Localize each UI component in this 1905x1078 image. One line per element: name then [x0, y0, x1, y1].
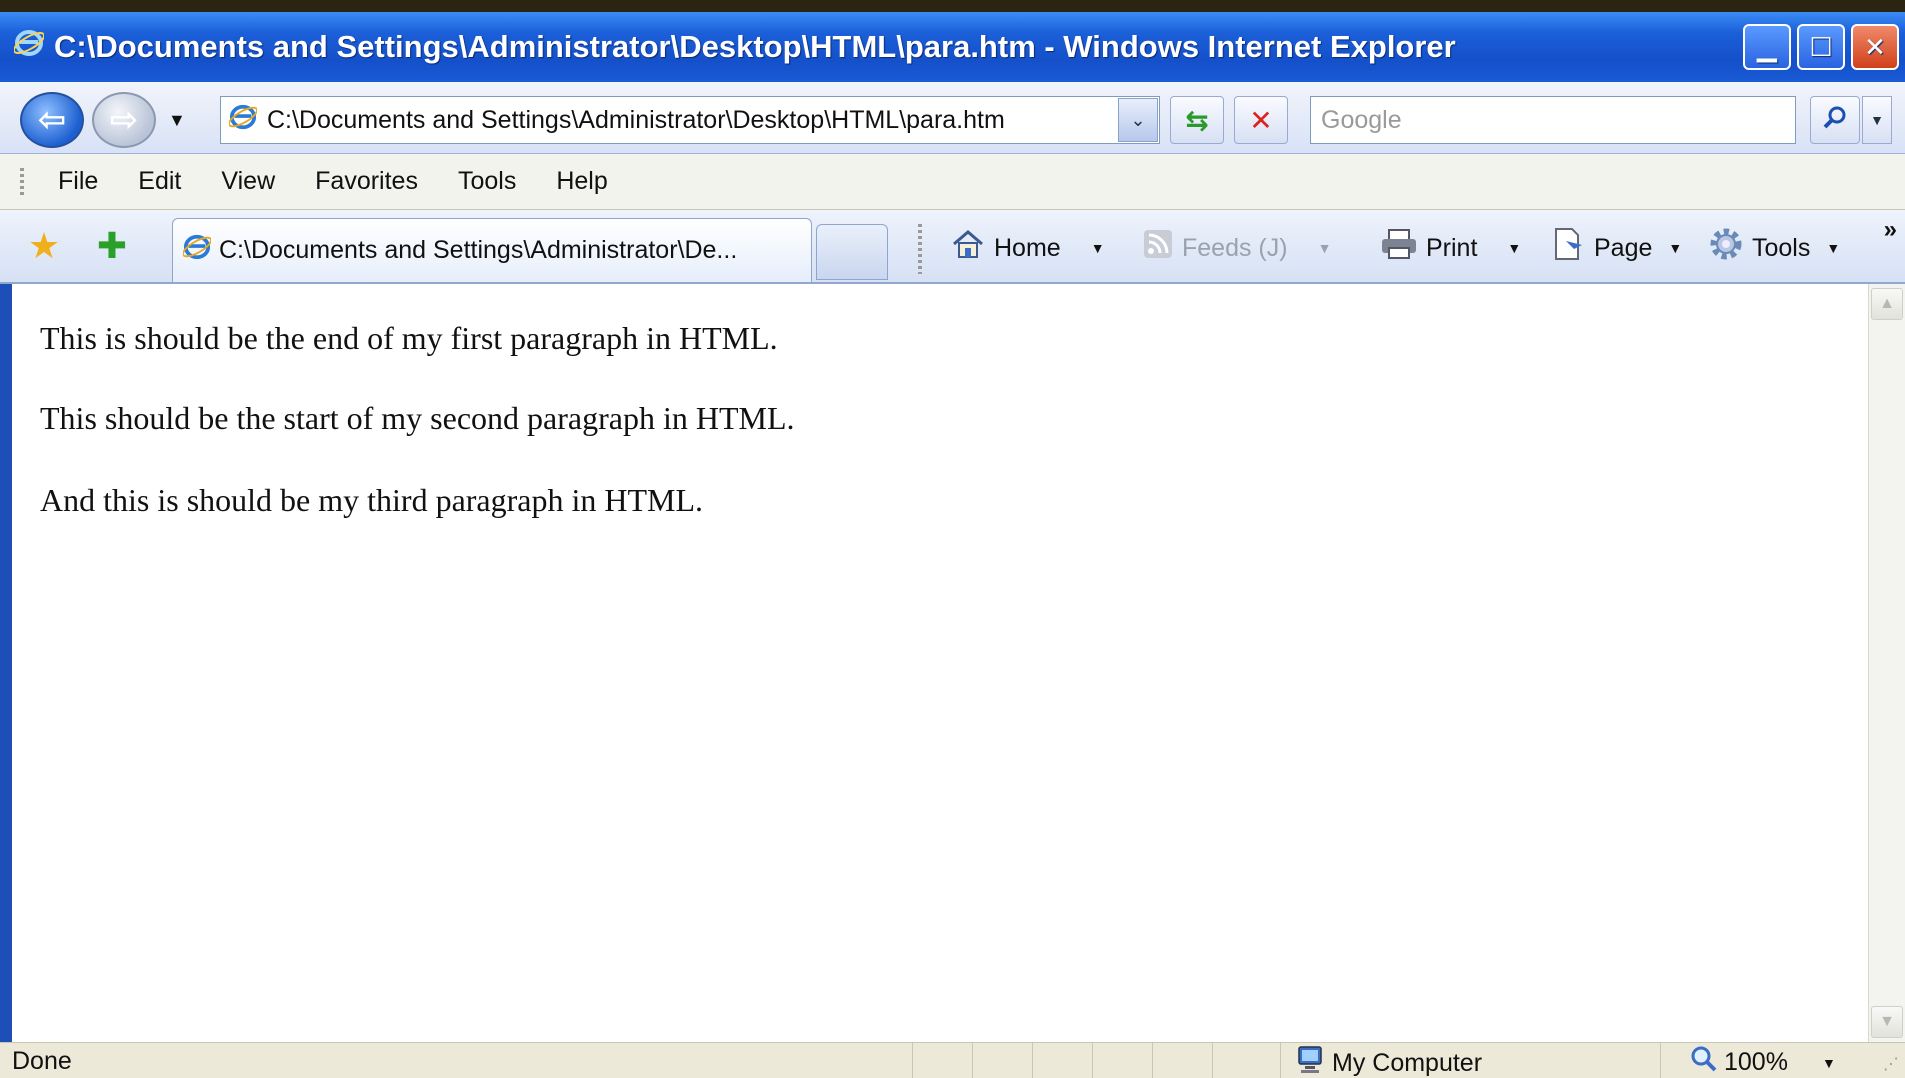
security-zone[interactable]: My Computer — [1296, 1045, 1482, 1078]
ie-icon — [228, 103, 258, 138]
status-divider — [972, 1043, 973, 1078]
home-label: Home — [994, 233, 1061, 262]
page-content: This is should be the end of my first pa… — [12, 284, 1868, 1042]
feeds-dropdown[interactable]: ▼ — [1318, 240, 1332, 256]
add-favorite-icon[interactable]: ✚ — [90, 224, 134, 268]
feeds-icon — [1142, 228, 1174, 268]
gear-icon — [1708, 226, 1744, 270]
maximize-button[interactable]: ☐ — [1797, 24, 1845, 70]
favorites-center-star-icon[interactable]: ★ — [22, 224, 66, 268]
navigation-bar: ⇦ ⇨ ▼ C:\Documents and Settings\Administ… — [0, 82, 1905, 154]
home-dropdown[interactable]: ▼ — [1091, 240, 1105, 256]
print-button[interactable]: Print ▼ — [1380, 228, 1521, 268]
address-bar[interactable]: C:\Documents and Settings\Administrator\… — [220, 96, 1160, 144]
feeds-button[interactable]: Feeds (J) ▼ — [1142, 228, 1331, 268]
search-icon — [1822, 105, 1848, 136]
paragraph-2: This should be the start of my second pa… — [40, 400, 795, 436]
status-bar: Done My Computer 100% ▼ ⋰ — [0, 1042, 1905, 1078]
resize-grip[interactable]: ⋰ — [1883, 1054, 1899, 1074]
menu-favorites[interactable]: Favorites — [315, 167, 418, 196]
status-text: Done — [12, 1047, 72, 1075]
zoom-control[interactable]: 100% ▼ — [1690, 1045, 1836, 1078]
status-divider — [1092, 1043, 1093, 1078]
computer-icon — [1296, 1045, 1324, 1078]
zone-label: My Computer — [1332, 1049, 1483, 1077]
title-bar[interactable]: C:\Documents and Settings\Administrator\… — [0, 12, 1905, 82]
menu-tools[interactable]: Tools — [458, 167, 516, 196]
status-divider — [1032, 1043, 1033, 1078]
tools-button[interactable]: Tools ▼ — [1708, 228, 1840, 268]
ie-icon — [182, 233, 212, 268]
search-button[interactable] — [1810, 96, 1860, 144]
tab-command-bar: ★ ✚ C:\Documents and Settings\Administra… — [0, 210, 1905, 284]
page-button[interactable]: Page ▼ — [1552, 228, 1682, 268]
tab-active[interactable]: C:\Documents and Settings\Administrator\… — [172, 218, 812, 282]
window-controls: ▁ ☐ ✕ — [1743, 24, 1899, 70]
minimize-button[interactable]: ▁ — [1743, 24, 1791, 70]
toolbar-separator — [918, 224, 922, 274]
scroll-up-button[interactable]: ▲ — [1871, 288, 1903, 320]
print-dropdown[interactable]: ▼ — [1507, 240, 1521, 256]
vertical-scrollbar[interactable]: ▲ ▼ — [1868, 284, 1905, 1042]
zoom-dropdown[interactable]: ▼ — [1822, 1055, 1836, 1071]
window-left-border — [0, 284, 12, 1042]
status-divider — [1280, 1043, 1281, 1078]
tools-label: Tools — [1752, 233, 1811, 262]
toolbar-overflow-chevron[interactable]: » — [1884, 216, 1897, 244]
printer-icon — [1380, 228, 1418, 268]
window-title: C:\Documents and Settings\Administrator\… — [54, 29, 1456, 64]
menu-view[interactable]: View — [221, 167, 275, 196]
home-button[interactable]: Home ▼ — [950, 228, 1105, 268]
paragraph-1: This is should be the end of my first pa… — [40, 320, 778, 356]
menu-bar: File Edit View Favorites Tools Help — [0, 154, 1905, 210]
status-divider — [1212, 1043, 1213, 1078]
menu-grip — [20, 168, 24, 196]
stop-button[interactable]: ✕ — [1234, 96, 1288, 144]
menu-edit[interactable]: Edit — [138, 167, 181, 196]
status-divider — [912, 1043, 913, 1078]
forward-button[interactable]: ⇨ — [92, 92, 156, 148]
paragraph-3: And this is should be my third paragraph… — [40, 482, 704, 518]
address-input[interactable]: C:\Documents and Settings\Administrator\… — [267, 106, 1005, 135]
status-divider — [1152, 1043, 1153, 1078]
zoom-icon — [1690, 1045, 1718, 1078]
close-button[interactable]: ✕ — [1851, 24, 1899, 70]
feeds-label: Feeds (J) — [1182, 233, 1288, 262]
page-label: Page — [1594, 233, 1653, 262]
search-input[interactable]: Google — [1310, 96, 1796, 144]
ie-icon — [12, 28, 46, 66]
refresh-button[interactable]: ⇆ — [1170, 96, 1224, 144]
browser-window: C:\Documents and Settings\Administrator\… — [0, 12, 1905, 1078]
tab-label: C:\Documents and Settings\Administrator\… — [219, 236, 738, 264]
menu-help[interactable]: Help — [556, 167, 607, 196]
new-tab-button[interactable] — [816, 224, 888, 280]
address-dropdown-button[interactable]: ⌄ — [1118, 98, 1158, 142]
page-dropdown[interactable]: ▼ — [1668, 240, 1682, 256]
print-label: Print — [1426, 233, 1478, 262]
home-icon — [950, 228, 986, 268]
tools-dropdown[interactable]: ▼ — [1826, 240, 1840, 256]
scroll-down-button[interactable]: ▼ — [1871, 1006, 1903, 1038]
back-button[interactable]: ⇦ — [20, 92, 84, 148]
recent-pages-dropdown[interactable]: ▼ — [168, 110, 186, 131]
zoom-level: 100% — [1724, 1048, 1788, 1076]
search-options-dropdown[interactable]: ▼ — [1862, 96, 1892, 144]
page-icon — [1552, 227, 1586, 269]
status-divider — [1660, 1043, 1661, 1078]
menu-file[interactable]: File — [58, 167, 98, 196]
